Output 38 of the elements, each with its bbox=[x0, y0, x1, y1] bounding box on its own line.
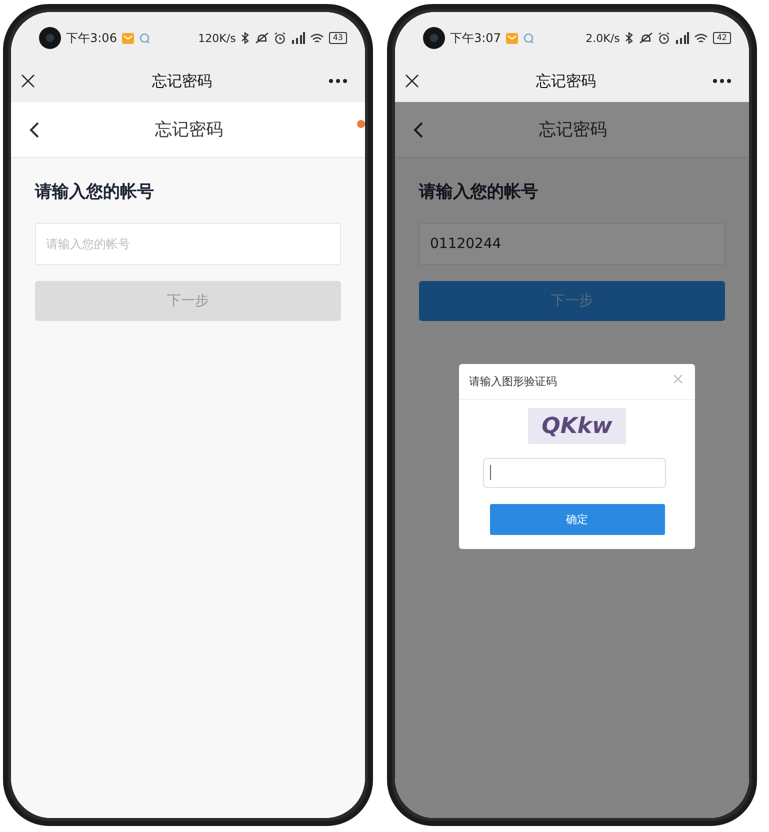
mute-icon bbox=[638, 32, 653, 44]
page-title: 忘记密码 bbox=[538, 119, 608, 141]
close-icon[interactable] bbox=[21, 74, 35, 88]
mail-icon bbox=[122, 32, 134, 44]
bluetooth-icon bbox=[240, 32, 250, 44]
status-time: 下午3:07 bbox=[450, 30, 501, 46]
mail-icon bbox=[506, 32, 518, 44]
captcha-input-field[interactable] bbox=[483, 458, 666, 488]
more-icon[interactable] bbox=[329, 79, 347, 83]
confirm-button[interactable]: 确定 bbox=[490, 504, 664, 535]
app-bar-title: 忘记密码 bbox=[152, 72, 212, 90]
network-speed: 120K/s bbox=[198, 32, 236, 44]
signal-icon bbox=[290, 32, 305, 44]
more-icon[interactable] bbox=[713, 79, 731, 83]
section-heading: 请输入您的帐号 bbox=[35, 181, 155, 203]
alarm-icon bbox=[274, 32, 286, 44]
captcha-image[interactable]: QKkw bbox=[528, 408, 626, 444]
wifi-icon bbox=[694, 32, 708, 44]
mute-icon bbox=[254, 32, 269, 44]
page-title: 忘记密码 bbox=[154, 119, 224, 141]
camera-icon bbox=[39, 27, 61, 49]
captcha-text: QKkw bbox=[542, 414, 612, 438]
dialog-title: 请输入图形验证码 bbox=[469, 374, 557, 389]
back-icon[interactable] bbox=[29, 122, 39, 138]
section-heading: 请输入您的帐号 bbox=[419, 181, 539, 203]
signal-icon bbox=[674, 32, 689, 44]
close-icon[interactable] bbox=[405, 74, 419, 88]
battery-level: 43 bbox=[328, 32, 347, 44]
wifi-icon bbox=[310, 32, 324, 44]
battery-level: 42 bbox=[712, 32, 731, 44]
bluetooth-icon bbox=[624, 32, 634, 44]
network-speed: 2.0K/s bbox=[586, 32, 620, 44]
account-input-field[interactable]: 01120244 bbox=[419, 223, 725, 265]
account-input-field[interactable]: 请输入您的帐号 bbox=[35, 223, 341, 265]
app-bar-title: 忘记密码 bbox=[536, 72, 596, 90]
camera-icon bbox=[423, 27, 445, 49]
status-time: 下午3:06 bbox=[66, 30, 117, 46]
alarm-icon bbox=[658, 32, 670, 44]
